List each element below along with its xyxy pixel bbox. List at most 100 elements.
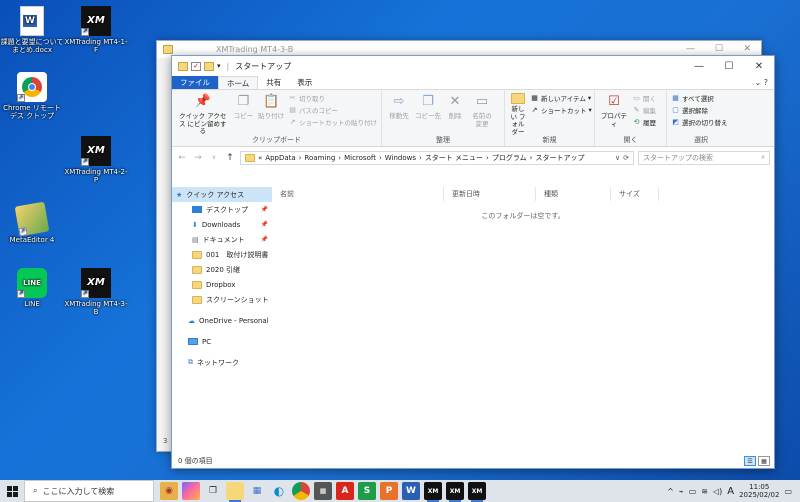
paste-shortcut-button[interactable]: ↗ ショートカットの貼り付け	[288, 117, 377, 127]
new-folder-quick-icon[interactable]	[204, 61, 214, 71]
desktop-icon-xm-2[interactable]: XM ↗ XMTrading MT4-2-P	[64, 136, 128, 184]
ime-indicator[interactable]: A	[727, 486, 734, 497]
recent-dropdown-icon[interactable]: ∨	[208, 154, 220, 161]
taskbar-search-input[interactable]: ⌕ ここに入力して検索	[24, 480, 154, 502]
column-type[interactable]: 種類	[536, 187, 611, 201]
copy-path-button[interactable]: ▤ パスのコピー	[288, 105, 377, 115]
breadcrumb-programs[interactable]: プログラム	[492, 153, 527, 163]
tab-view[interactable]: 表示	[289, 76, 320, 89]
address-dropdown-icon[interactable]: ∨	[615, 154, 620, 162]
nav-quick-access[interactable]: ★ クイック アクセス	[172, 187, 272, 202]
breadcrumb-startup[interactable]: スタートアップ	[535, 153, 584, 163]
history-button[interactable]: ⟲ 履歴	[632, 117, 656, 127]
close-button[interactable]: ✕	[744, 56, 774, 76]
chrome-icon[interactable]	[292, 482, 310, 500]
minimize-button[interactable]: —	[684, 56, 714, 76]
nav-item-folder-2020[interactable]: 2020 引継	[172, 262, 272, 277]
easy-access-button[interactable]: ↗ ショートカット ▾	[530, 105, 592, 115]
breadcrumb-start-menu[interactable]: スタート メニュー	[425, 153, 483, 163]
close-icon[interactable]: ✕	[743, 44, 751, 54]
copilot-icon[interactable]	[182, 482, 200, 500]
details-view-icon[interactable]: ☰	[744, 456, 756, 466]
copy-button[interactable]: ❐ コピー	[232, 93, 254, 136]
invert-selection-button[interactable]: ◩ 選択の切り替え	[671, 117, 727, 127]
maximize-icon[interactable]: ☐	[715, 44, 723, 54]
move-to-button[interactable]: ⇨ 移動先	[386, 93, 412, 136]
explorer-window[interactable]: ✓ ▾ | スタートアップ — ☐ ✕ ファイル ホーム 共有 表示 ⌄ ? 📌…	[171, 55, 775, 469]
properties-quick-icon[interactable]: ✓	[191, 61, 201, 71]
desktop-icon-docx[interactable]: W 課題と要望について まとめ.docx	[0, 6, 64, 54]
quick-access-dropdown-icon[interactable]: ▾	[217, 62, 221, 70]
maximize-button[interactable]: ☐	[714, 56, 744, 76]
start-button[interactable]	[0, 480, 24, 502]
wifi-icon[interactable]: ≋	[701, 487, 708, 496]
clock[interactable]: 11:05 2025/02/02	[739, 483, 779, 499]
spreadsheet-icon[interactable]: S	[358, 482, 376, 500]
cut-button[interactable]: ✂ 切り取り	[288, 93, 377, 103]
nav-item-folder-001[interactable]: 001 取付け説明書	[172, 247, 272, 262]
nav-item-desktop[interactable]: デスクトップ 📌	[172, 202, 272, 217]
xm-terminal-2-icon[interactable]: XM	[446, 482, 464, 502]
network-tray-icon[interactable]: ⌁	[679, 487, 684, 496]
writer-icon[interactable]: W	[402, 482, 420, 500]
pin-quick-access-button[interactable]: 📌 クイック アクセス にピン留めする	[176, 93, 229, 136]
presentation-icon[interactable]: P	[380, 482, 398, 500]
new-folder-button[interactable]: 新しい フォルダー	[509, 93, 527, 136]
select-all-button[interactable]: ▦ すべて選択	[671, 93, 728, 103]
breadcrumb-roaming[interactable]: Roaming	[305, 154, 336, 162]
tab-file[interactable]: ファイル	[172, 76, 218, 89]
nav-onedrive[interactable]: ☁ OneDrive - Personal	[172, 313, 272, 328]
xm-terminal-3-icon[interactable]: XM	[468, 482, 486, 502]
file-explorer-icon[interactable]	[226, 482, 244, 502]
search-highlight-icon[interactable]: ◉	[160, 482, 178, 500]
desktop-icon-line[interactable]: LINE ↗ LINE	[0, 268, 64, 308]
nav-pc[interactable]: PC	[172, 334, 272, 349]
battery-icon[interactable]: ▭	[689, 487, 697, 496]
back-arrow-icon[interactable]: ←	[176, 153, 188, 163]
expand-ribbon-icon[interactable]: ⌄ ?	[755, 78, 769, 87]
nav-item-screenshots[interactable]: スクリーンショット	[172, 292, 272, 307]
edge-icon[interactable]: ◐	[270, 482, 288, 500]
volume-icon[interactable]: ◁)	[713, 487, 722, 496]
desktop-icon-xm-1[interactable]: XM ↗ XMTrading MT4-1-F	[64, 6, 128, 54]
nav-item-downloads[interactable]: ⬇ Downloads 📌	[172, 217, 272, 232]
paste-button[interactable]: 📋 貼り付け	[257, 93, 285, 136]
copy-to-button[interactable]: ❐ コピー先	[415, 93, 441, 136]
desktop-icon-metaeditor[interactable]: ↗ MetaEditor 4	[0, 201, 64, 244]
calculator-icon[interactable]: ▦	[314, 482, 332, 500]
show-hidden-icons-icon[interactable]: ^	[667, 487, 674, 496]
refresh-icon[interactable]: ⟳	[623, 154, 629, 162]
file-list-pane[interactable]: 名前 更新日時 種類 サイズ このフォルダーは空です。	[272, 187, 774, 454]
tab-home[interactable]: ホーム	[218, 76, 259, 89]
breadcrumb-microsoft[interactable]: Microsoft	[344, 154, 376, 162]
desktop-icon-chrome-remote[interactable]: ↗ Chrome リモート デス クトップ	[0, 72, 64, 120]
column-name[interactable]: 名前	[272, 187, 444, 201]
desktop-icon-xm-3[interactable]: XM ↗ XMTrading MT4-3-B	[64, 268, 128, 316]
forward-arrow-icon[interactable]: →	[192, 153, 204, 163]
notification-icon[interactable]: ▭	[784, 487, 792, 496]
nav-item-dropbox[interactable]: Dropbox	[172, 277, 272, 292]
column-size[interactable]: サイズ	[611, 187, 659, 201]
properties-button[interactable]: ☑ プロパティ	[599, 93, 629, 136]
search-input[interactable]: スタートアップの検索 ⌕	[638, 150, 770, 165]
nav-item-documents[interactable]: ▤ ドキュメント 📌	[172, 232, 272, 247]
column-modified[interactable]: 更新日時	[444, 187, 536, 201]
delete-button[interactable]: ✕ 削除	[444, 93, 466, 136]
acrobat-icon[interactable]: A	[336, 482, 354, 500]
breadcrumb-windows[interactable]: Windows	[385, 154, 416, 162]
task-view-icon[interactable]: ❐	[204, 482, 222, 500]
tab-share[interactable]: 共有	[258, 76, 289, 89]
minimize-icon[interactable]: —	[686, 44, 695, 54]
open-button[interactable]: ▭ 開く	[632, 93, 656, 103]
address-bar[interactable]: « AppData › Roaming › Microsoft › Windows › …	[240, 150, 634, 165]
xm-terminal-1-icon[interactable]: XM	[424, 482, 442, 502]
breadcrumb-appdata[interactable]: AppData	[265, 154, 295, 162]
store-icon[interactable]: ▦	[248, 482, 266, 500]
select-none-button[interactable]: ▢ 選択解除	[671, 105, 728, 115]
rename-button[interactable]: ▭ 名前の 変更	[469, 93, 495, 136]
new-item-button[interactable]: ▦ 新しいアイテム ▾	[530, 93, 592, 103]
edit-button[interactable]: ✎ 編集	[632, 105, 656, 115]
up-arrow-icon[interactable]: ↑	[224, 153, 236, 163]
large-icons-view-icon[interactable]: ▦	[758, 456, 770, 466]
nav-network[interactable]: ⧉ ネットワーク	[172, 355, 272, 370]
